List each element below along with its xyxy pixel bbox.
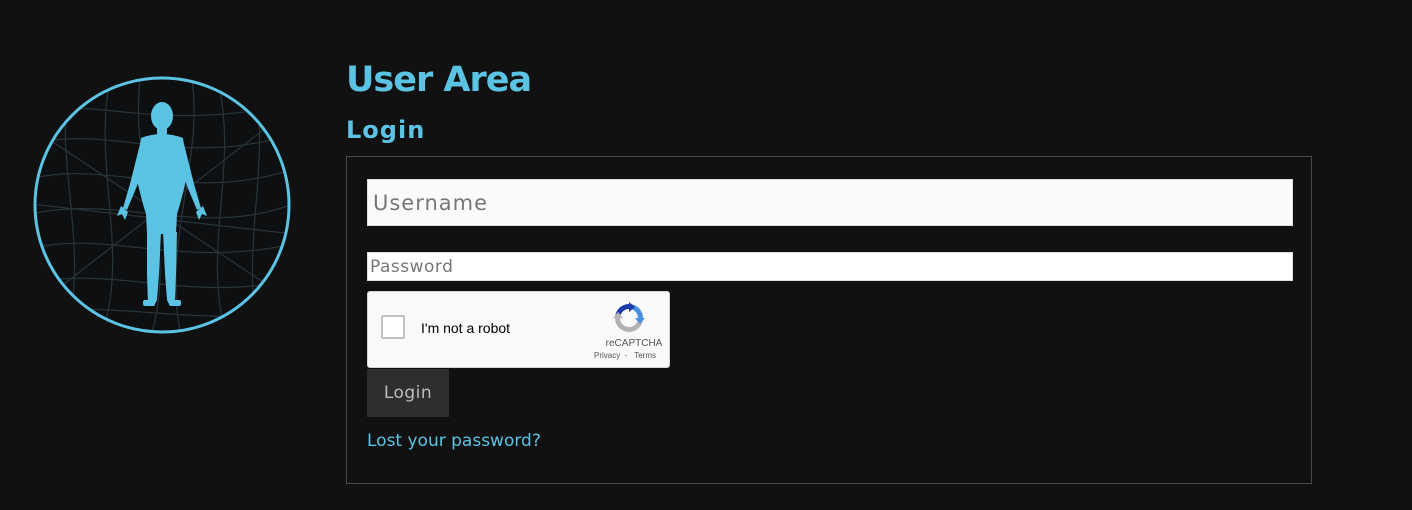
recaptcha-terms-link[interactable]: Terms xyxy=(634,351,656,360)
recaptcha-link-separator: - xyxy=(624,351,628,360)
lost-password-link[interactable]: Lost your password? xyxy=(367,429,541,453)
recaptcha-label: I'm not a robot xyxy=(421,320,511,336)
login-button[interactable]: Login xyxy=(367,369,449,417)
human-figure-globe-icon xyxy=(31,74,293,336)
recaptcha-links: Privacy - Terms xyxy=(594,351,664,361)
recaptcha-privacy-link[interactable]: Privacy xyxy=(594,351,620,360)
recaptcha-brand: reCAPTCHA xyxy=(605,338,663,349)
login-form-box: I'm not a robot reCAPTCHA Privacy - Term… xyxy=(346,156,1312,484)
recaptcha-checkbox[interactable] xyxy=(381,315,405,339)
username-input[interactable] xyxy=(367,179,1293,226)
login-page: User Area Login I'm not a robot reCAPTCH… xyxy=(0,0,1412,510)
page-title: User Area xyxy=(346,60,532,100)
recaptcha-widget: I'm not a robot reCAPTCHA Privacy - Term… xyxy=(367,291,670,368)
login-heading: Login xyxy=(346,116,426,144)
password-input[interactable] xyxy=(367,252,1293,281)
recaptcha-logo-icon xyxy=(612,301,646,335)
